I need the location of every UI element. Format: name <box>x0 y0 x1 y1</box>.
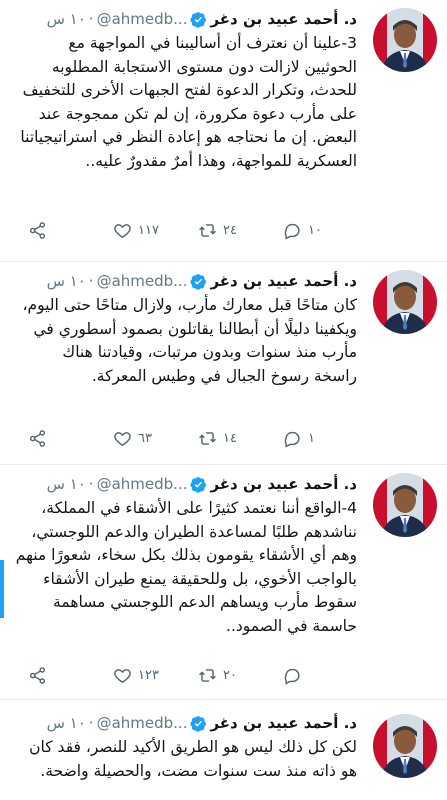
tweet-text: لكن كل ذلك ليس هو الطريق الأكيد للنصر، ف… <box>29 738 357 780</box>
tweet-text: 4-الواقع أننا نعتمد كثيرًا على الأشقاء ف… <box>15 499 357 635</box>
tweet-actions: ١١٧ ٢٤ ١٠ <box>0 218 353 242</box>
author-name[interactable]: د. أحمد عبيد بن دغر <box>210 272 357 290</box>
tweet-text: كان متاحًا قبل معارك مأرب، ولازال متاحًا… <box>22 296 357 385</box>
thread-indicator <box>0 560 4 618</box>
tweet[interactable]: د. أحمد عبيد بن دغر @ahmedb... · ١٠ س 3-… <box>0 0 447 262</box>
like-icon <box>114 668 131 683</box>
share-button[interactable] <box>28 429 80 448</box>
retweet-count: ٢٠ <box>223 667 237 683</box>
reply-icon <box>284 431 300 448</box>
share-icon <box>29 221 46 239</box>
tweet-text: 3-علينا أن نعترف أن أساليبنا في المواجهة… <box>20 34 357 170</box>
reply-count: ١٠ <box>308 222 322 238</box>
share-button[interactable] <box>28 666 80 685</box>
author-name[interactable]: د. أحمد عبيد بن دغر <box>210 475 357 493</box>
avatar[interactable] <box>373 270 437 334</box>
avatar[interactable] <box>373 473 437 537</box>
tweet-header: د. أحمد عبيد بن دغر @ahmedb... · ١٠ س <box>47 473 357 495</box>
retweet-count: ١٤ <box>223 430 237 446</box>
reply-icon <box>284 223 300 240</box>
author-handle: @ahmedb... <box>96 272 188 290</box>
avatar-image <box>373 714 437 778</box>
tweet[interactable]: د. أحمد عبيد بن دغر @ahmedb... · ١٠ س كا… <box>0 262 447 465</box>
separator-dot: · <box>88 714 94 732</box>
avatar-image <box>373 473 437 537</box>
avatar-image <box>373 270 437 334</box>
retweet-count: ٢٤ <box>223 222 237 238</box>
separator-dot: · <box>88 272 94 290</box>
author-handle: @ahmedb... <box>96 10 188 28</box>
retweet-button[interactable]: ٢٤ <box>198 221 250 240</box>
reply-button[interactable] <box>283 666 335 685</box>
tweet-header: د. أحمد عبيد بن دغر @ahmedb... · ١٠ س <box>47 270 357 292</box>
avatar[interactable] <box>373 8 437 72</box>
reply-button[interactable]: ١٠ <box>283 221 335 240</box>
like-count: ١١٧ <box>138 222 159 238</box>
like-count: ٦٣ <box>138 430 152 446</box>
author-name[interactable]: د. أحمد عبيد بن دغر <box>210 714 357 732</box>
retweet-button[interactable]: ٢٠ <box>198 666 250 685</box>
tweet[interactable]: د. أحمد عبيد بن دغر @ahmedb... · ١٠ س لك… <box>0 700 447 800</box>
share-icon <box>29 429 46 447</box>
tweet-time[interactable]: ١٠ س <box>47 272 86 290</box>
like-button[interactable]: ١٢٣ <box>113 666 165 685</box>
tweet-header: د. أحمد عبيد بن دغر @ahmedb... · ١٠ س <box>47 8 357 30</box>
reply-button[interactable]: ١ <box>283 429 335 448</box>
avatar[interactable] <box>373 714 437 778</box>
verified-icon <box>190 273 207 290</box>
author-name[interactable]: د. أحمد عبيد بن دغر <box>210 10 357 28</box>
tweet-actions: ٦٣ ١٤ ١ <box>0 426 353 450</box>
reply-icon <box>284 668 300 685</box>
like-icon <box>114 223 131 238</box>
author-handle: @ahmedb... <box>96 475 188 493</box>
tweet-thread: د. أحمد عبيد بن دغر @ahmedb... · ١٠ س 3-… <box>0 0 447 800</box>
verified-icon <box>190 11 207 28</box>
reply-count: ١ <box>308 430 315 446</box>
verified-icon <box>190 715 207 732</box>
tweet-time[interactable]: ١٠ س <box>47 10 86 28</box>
tweet-time[interactable]: ١٠ س <box>47 475 86 493</box>
separator-dot: · <box>88 10 94 28</box>
tweet[interactable]: د. أحمد عبيد بن دغر @ahmedb... · ١٠ س 4-… <box>0 465 447 700</box>
tweet-actions: ١٢٣ ٢٠ <box>0 663 353 687</box>
like-count: ١٢٣ <box>138 667 159 683</box>
author-handle: @ahmedb... <box>96 714 188 732</box>
like-button[interactable]: ١١٧ <box>113 221 165 240</box>
retweet-icon <box>199 223 216 237</box>
retweet-icon <box>199 431 216 445</box>
like-button[interactable]: ٦٣ <box>113 429 165 448</box>
like-icon <box>114 431 131 446</box>
share-icon <box>29 666 46 684</box>
verified-icon <box>190 476 207 493</box>
tweet-header: د. أحمد عبيد بن دغر @ahmedb... · ١٠ س <box>47 712 357 734</box>
separator-dot: · <box>88 475 94 493</box>
retweet-button[interactable]: ١٤ <box>198 429 250 448</box>
avatar-image <box>373 8 437 72</box>
retweet-icon <box>199 668 216 682</box>
tweet-time[interactable]: ١٠ س <box>47 714 86 732</box>
share-button[interactable] <box>28 221 80 240</box>
